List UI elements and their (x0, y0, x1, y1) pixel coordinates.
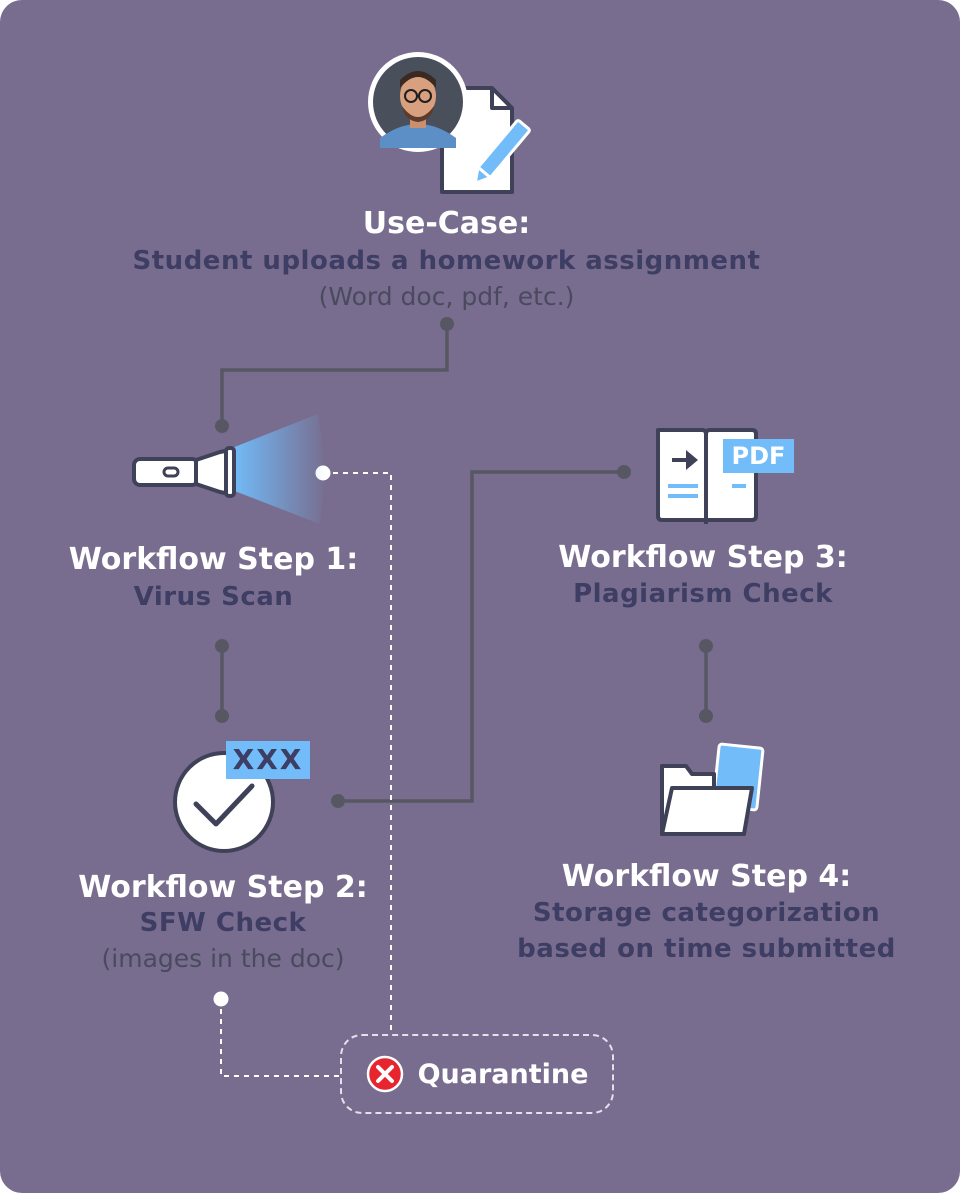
step3-subtitle: Plagiarism Check (573, 579, 833, 609)
step2-title: Workflow Step 2: (78, 870, 368, 905)
step1-subtitle: Virus Scan (133, 582, 294, 612)
document-pencil-icon (368, 52, 531, 194)
flashlight-icon (132, 414, 326, 524)
connector-step2-to-step3 (338, 470, 624, 803)
step2-subtitle: SFW Check (139, 908, 307, 938)
step1-title: Workflow Step 1: (68, 542, 359, 577)
connector-dot (215, 639, 229, 653)
pdf-badge: PDF (723, 439, 794, 473)
usecase-subtitle: Student uploads a homework assignment (132, 246, 761, 276)
connector-step2-to-quarantine (220, 999, 340, 1077)
connector-dot (617, 465, 631, 479)
xxx-badge-label: XXX (232, 743, 304, 776)
step2-note: (images in the doc) (101, 944, 345, 973)
quarantine-box: Quarantine (340, 1034, 614, 1114)
step4-subtitle-line2: based on time submitted (517, 934, 896, 964)
connector-dot (699, 709, 713, 723)
connector-dot (331, 794, 345, 808)
usecase-note: (Word doc, pdf, etc.) (318, 282, 575, 311)
usecase-title: Use-Case: (362, 206, 531, 241)
pdf-badge-label: PDF (731, 442, 786, 470)
xxx-badge: XXX (226, 741, 310, 779)
connector-dot (699, 639, 713, 653)
connector-dot (213, 991, 229, 1007)
connector-dot (440, 317, 454, 331)
x-circle-icon (366, 1055, 403, 1093)
folder-icon (660, 742, 765, 836)
step4-subtitle-line1: Storage categorization (532, 898, 881, 928)
connector-dot (215, 709, 229, 723)
step3-title: Workflow Step 3: (558, 540, 848, 575)
quarantine-label: Quarantine (417, 1058, 589, 1090)
step4-title: Workflow Step 4: (561, 859, 852, 894)
diagram-card: Use-Case: Student uploads a homework ass… (0, 0, 960, 1193)
avatar (368, 52, 468, 152)
